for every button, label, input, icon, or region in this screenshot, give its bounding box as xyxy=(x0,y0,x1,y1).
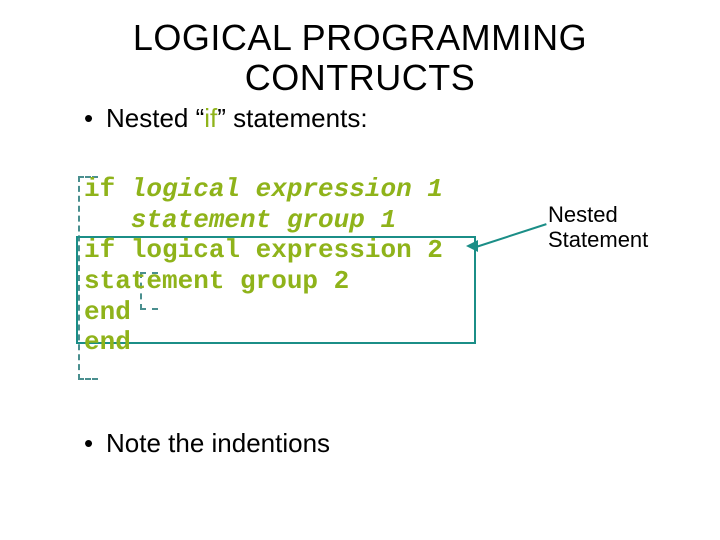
bullet-dot-icon: • xyxy=(84,428,106,459)
code-line-6: end xyxy=(84,327,644,358)
bullet1-if-word: if xyxy=(204,103,217,133)
code-line-4: statement group 2 xyxy=(84,266,644,297)
code-line-5: end xyxy=(84,297,644,328)
slide: LOGICAL PROGRAMMING CONTRUCTS •Nested “i… xyxy=(0,0,720,540)
bullet-note-indentions: •Note the indentions xyxy=(84,428,330,459)
note-line-1: Nested xyxy=(548,202,618,227)
title-line-1: LOGICAL PROGRAMMING xyxy=(133,17,587,58)
expr-1: logical expression 1 xyxy=(115,174,443,204)
kw-if-1: if xyxy=(84,174,115,204)
bullet2-text: Note the indentions xyxy=(106,428,330,458)
bullet-dot-icon: • xyxy=(84,103,106,134)
bullet1-prefix: Nested “ xyxy=(106,103,204,133)
bullet-nested-if: •Nested “if” statements: xyxy=(84,103,368,134)
title-line-2: CONTRUCTS xyxy=(245,57,475,98)
code-line-1: if logical expression 1 xyxy=(84,174,644,205)
expr-2: logical expression 2 xyxy=(115,235,443,265)
bullet1-suffix: ” statements: xyxy=(217,103,367,133)
note-line-2: Statement xyxy=(548,227,648,252)
nested-statement-label: Nested Statement xyxy=(548,202,648,253)
kw-if-2: if xyxy=(84,235,115,265)
slide-title: LOGICAL PROGRAMMING CONTRUCTS xyxy=(0,18,720,97)
